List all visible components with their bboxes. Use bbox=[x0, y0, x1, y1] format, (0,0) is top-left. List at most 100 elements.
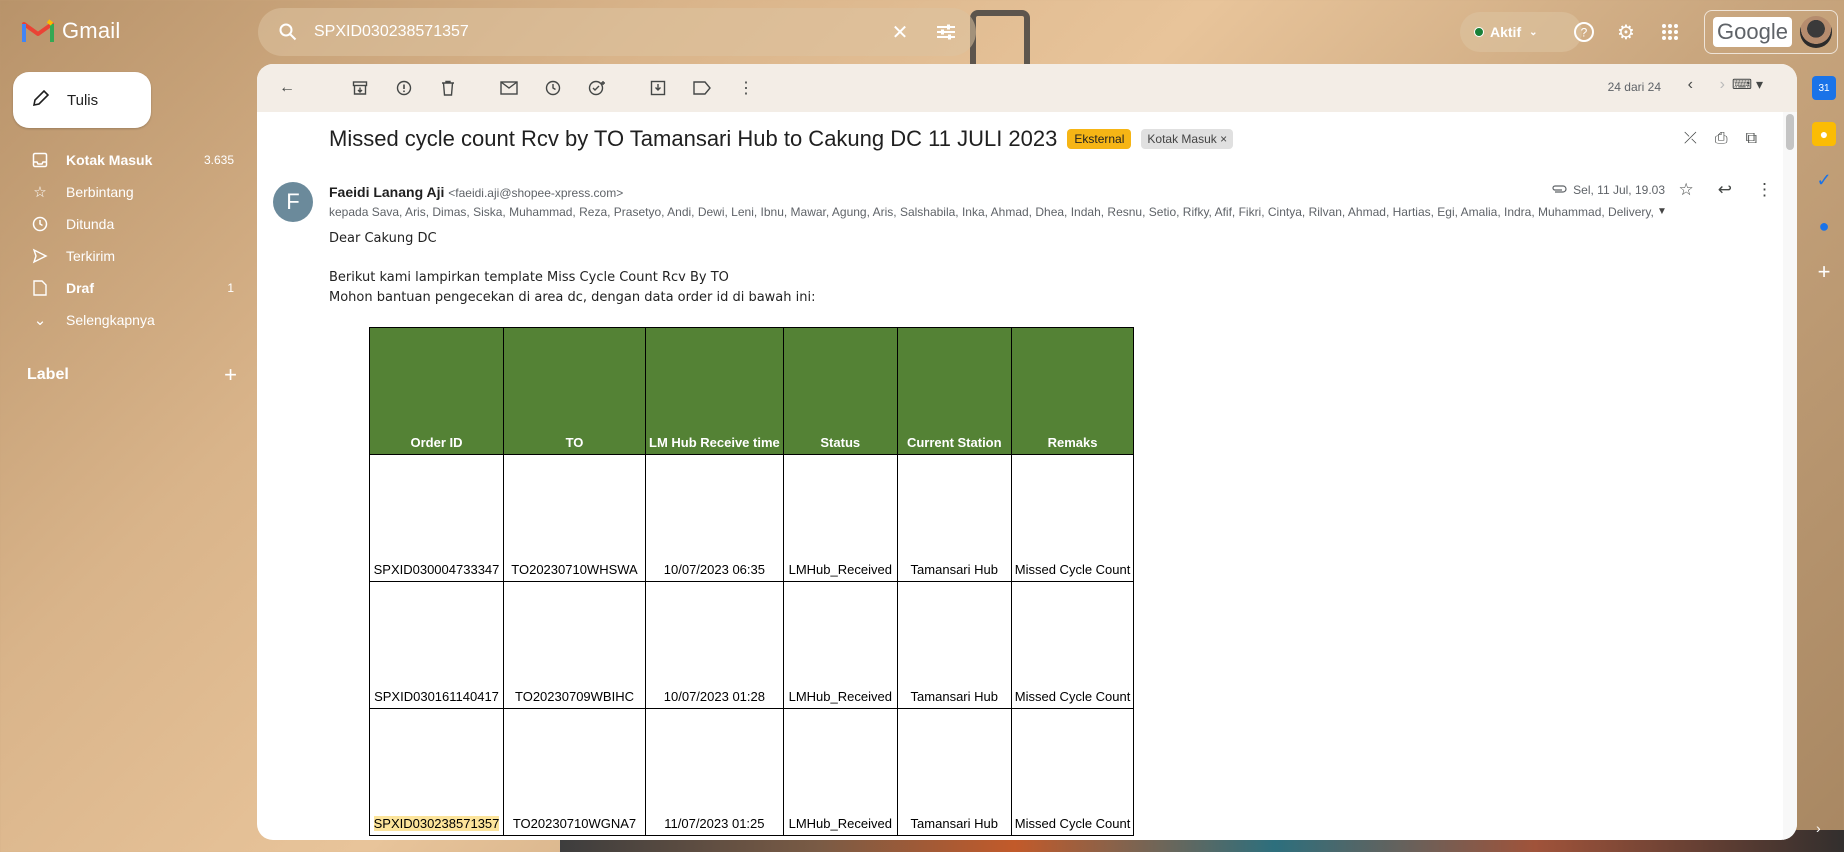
sidebar-item-inbox[interactable]: Kotak Masuk 3.635 bbox=[0, 144, 250, 176]
table-header-row: Order ID TO LM Hub Receive time Status C… bbox=[369, 327, 1135, 455]
status-selector[interactable]: Aktif ⌄ bbox=[1460, 12, 1582, 52]
collapse-all-icon[interactable]: ⤫ bbox=[1684, 130, 1697, 148]
email-body-line-2: Mohon bantuan pengecekan di area dc, den… bbox=[329, 290, 816, 305]
inbox-label-chip[interactable]: Kotak Masuk × bbox=[1141, 129, 1234, 149]
search-icon[interactable] bbox=[276, 20, 300, 44]
external-badge: Eksternal bbox=[1067, 129, 1132, 149]
back-arrow-icon[interactable]: ← bbox=[275, 76, 299, 100]
col-to: TO bbox=[503, 327, 646, 455]
expand-side-panel-chevron-icon[interactable]: › bbox=[1816, 820, 1821, 836]
inbox-icon bbox=[30, 150, 50, 170]
search-options-icon[interactable] bbox=[934, 20, 958, 44]
cell-station: Tamansari Hub bbox=[896, 454, 1012, 582]
older-chevron-right-icon[interactable]: › bbox=[1720, 76, 1725, 94]
help-icon[interactable]: ? bbox=[1570, 18, 1598, 46]
label-tag-icon[interactable] bbox=[690, 76, 714, 100]
search-input[interactable]: SPXID030238571357 bbox=[314, 23, 888, 41]
sender-line: Faeidi Lanang Aji <faeidi.aji@shopee-xpr… bbox=[329, 184, 623, 200]
cell-to: TO20230709WBIHC bbox=[503, 581, 646, 709]
email-subject: Missed cycle count Rcv by TO Tamansari H… bbox=[329, 126, 1058, 151]
google-logo: Google bbox=[1713, 17, 1792, 47]
reply-all-icon[interactable]: ↩ bbox=[1718, 180, 1732, 200]
message-toolbar: ← ⋮ bbox=[257, 64, 1797, 112]
cell-order-id: SPXID030161140417 bbox=[369, 581, 504, 709]
report-spam-icon[interactable] bbox=[392, 76, 416, 100]
status-dot bbox=[1474, 27, 1484, 37]
add-label-plus-icon[interactable]: + bbox=[224, 362, 237, 388]
archive-icon[interactable] bbox=[348, 76, 372, 100]
col-lm-hub-receive-time: LM Hub Receive time bbox=[645, 327, 784, 455]
side-panel-rail: 31 ● ✓ ● + bbox=[1804, 76, 1844, 306]
status-label: Aktif bbox=[1490, 24, 1522, 40]
cell-order-id: SPXID030004733347 bbox=[369, 454, 504, 582]
sidebar-item-starred[interactable]: ☆ Berbintang bbox=[0, 176, 250, 208]
sidebar-item-label: Selengkapnya bbox=[66, 312, 155, 328]
gmail-logo[interactable]: Gmail bbox=[22, 18, 120, 44]
sidebar-item-label: Draf bbox=[66, 280, 95, 296]
settings-gear-icon[interactable]: ⚙ bbox=[1612, 18, 1640, 46]
calendar-icon[interactable]: 31 bbox=[1812, 76, 1836, 100]
draft-count: 1 bbox=[227, 281, 234, 295]
message-meta: Sel, 11 Jul, 19.03 bbox=[1551, 183, 1665, 197]
apps-grid-icon[interactable] bbox=[1656, 18, 1684, 46]
attachment-paperclip-icon bbox=[1551, 183, 1567, 197]
cell-station: Tamansari Hub bbox=[896, 581, 1012, 709]
sender-name[interactable]: Faeidi Lanang Aji bbox=[329, 184, 444, 200]
star-icon[interactable]: ☆ bbox=[1679, 180, 1694, 200]
labels-section: Label + bbox=[27, 362, 237, 388]
newer-chevron-left-icon[interactable]: ‹ bbox=[1688, 76, 1693, 94]
move-to-icon[interactable] bbox=[646, 76, 670, 100]
star-icon: ☆ bbox=[33, 184, 47, 201]
table-row: SPXID030004733347 TO20230710WHSWA 10/07/… bbox=[369, 454, 1135, 582]
cell-receive-time: 10/07/2023 01:28 bbox=[645, 581, 784, 709]
sidebar-item-snoozed[interactable]: Ditunda bbox=[0, 208, 250, 240]
sidebar-item-drafts[interactable]: Draf 1 bbox=[0, 272, 250, 304]
cell-status: LMHub_Received bbox=[782, 708, 898, 836]
account-switcher[interactable]: Google bbox=[1704, 10, 1838, 54]
snooze-clock-icon[interactable] bbox=[541, 76, 565, 100]
subject-actions: ⤫ ⎙ ⧉ bbox=[1684, 130, 1757, 148]
print-icon[interactable]: ⎙ bbox=[1715, 130, 1728, 148]
message-date: Sel, 11 Jul, 19.03 bbox=[1573, 183, 1665, 197]
sidebar-item-label: Ditunda bbox=[66, 216, 115, 232]
cell-status: LMHub_Received bbox=[782, 581, 898, 709]
more-vertical-icon[interactable]: ⋮ bbox=[1756, 180, 1773, 200]
message-actions: ☆ ↩ ⋮ bbox=[1679, 180, 1774, 200]
open-new-window-icon[interactable]: ⧉ bbox=[1746, 130, 1757, 148]
compose-button[interactable]: Tulis bbox=[13, 72, 151, 128]
add-to-tasks-icon[interactable] bbox=[585, 76, 609, 100]
sidebar-item-more[interactable]: ⌄ Selengkapnya bbox=[0, 304, 250, 336]
contacts-icon[interactable]: ● bbox=[1812, 214, 1836, 238]
delete-trash-icon[interactable] bbox=[436, 76, 460, 100]
col-status: Status bbox=[782, 327, 898, 455]
sidebar-item-sent[interactable]: Terkirim bbox=[0, 240, 250, 272]
search-bar[interactable]: SPXID030238571357 ✕ bbox=[258, 8, 976, 56]
table-row: SPXID030161140417 TO20230709WBIHC 10/07/… bbox=[369, 581, 1135, 709]
chevron-down-icon: ⌄ bbox=[33, 312, 47, 329]
sender-avatar[interactable]: F bbox=[273, 182, 313, 222]
more-vertical-icon[interactable]: ⋮ bbox=[734, 76, 758, 100]
order-table: Order ID TO LM Hub Receive time Status C… bbox=[369, 327, 1135, 836]
mark-unread-mail-icon[interactable] bbox=[497, 76, 521, 100]
cell-status: LMHub_Received bbox=[782, 454, 898, 582]
keyboard-input-icon[interactable]: ⌨ ▾ bbox=[1732, 76, 1763, 93]
cell-receive-time: 10/07/2023 06:35 bbox=[645, 454, 784, 582]
pagination-count: 24 dari 24 bbox=[1607, 80, 1661, 94]
keep-icon[interactable]: ● bbox=[1812, 122, 1836, 146]
remove-label-close-icon[interactable]: × bbox=[1220, 132, 1227, 146]
scrollbar[interactable] bbox=[1783, 112, 1797, 840]
cell-station: Tamansari Hub bbox=[896, 708, 1012, 836]
tasks-icon[interactable]: ✓ bbox=[1812, 168, 1836, 192]
cell-receive-time: 11/07/2023 01:25 bbox=[645, 708, 784, 836]
sidebar-item-label: Berbintang bbox=[66, 184, 134, 200]
search-highlight: SPXID030238571357 bbox=[373, 816, 500, 831]
draft-icon bbox=[30, 278, 50, 298]
clear-search-icon[interactable]: ✕ bbox=[888, 20, 912, 44]
pencil-icon bbox=[31, 88, 51, 112]
compose-label: Tulis bbox=[67, 91, 99, 109]
labels-heading: Label bbox=[27, 366, 69, 383]
show-details-caret-icon[interactable]: ▼ bbox=[1657, 206, 1667, 217]
scrollbar-thumb[interactable] bbox=[1786, 114, 1794, 150]
add-addon-plus-icon[interactable]: + bbox=[1812, 259, 1836, 284]
unread-count: 3.635 bbox=[203, 153, 234, 167]
